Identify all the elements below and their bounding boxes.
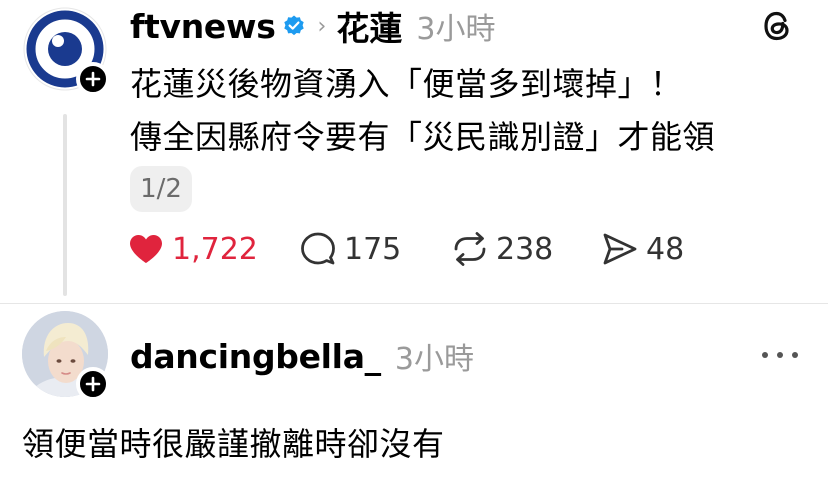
heart-icon (130, 235, 162, 263)
more-options-icon[interactable] (762, 340, 798, 370)
media-page-indicator[interactable]: 1/2 (130, 166, 192, 212)
repost-icon (454, 232, 486, 266)
share-icon (603, 233, 637, 265)
reply-username[interactable]: dancingbella_ (130, 337, 381, 376)
dot (792, 352, 798, 358)
repost-button[interactable]: 238 (452, 232, 602, 267)
reply-text: 領便當時很嚴謹撤離時卻沒有 (22, 425, 445, 463)
comment-button[interactable]: 175 (300, 232, 452, 267)
share-button[interactable]: 48 (602, 232, 684, 267)
repost-count: 238 (496, 231, 554, 267)
verified-badge-icon (282, 14, 306, 38)
post-username[interactable]: ftvnews (130, 7, 276, 46)
post-time: 3小時 (416, 12, 496, 47)
dot (762, 352, 768, 358)
follow-plus-button[interactable] (76, 367, 110, 401)
post-topic[interactable]: 花蓮 (336, 2, 402, 50)
reply-header: dancingbella_ 3小時 (130, 332, 474, 380)
like-count: 1,722 (172, 231, 258, 267)
post-header: ftvnews › 花蓮 3小時 (130, 0, 495, 52)
post-actions: 1,722 175 238 48 (128, 226, 684, 272)
comment-icon (301, 232, 335, 265)
chevron-right-icon: › (317, 13, 327, 39)
share-count: 48 (646, 231, 685, 267)
like-button[interactable]: 1,722 (128, 232, 300, 267)
thread-line (63, 114, 67, 296)
reply-time: 3小時 (394, 342, 474, 377)
post-text-line-1: 花蓮災後物資湧入「便當多到壞掉」！ (130, 65, 683, 103)
threads-logo-icon[interactable] (760, 8, 794, 44)
dot (777, 352, 783, 358)
plus-icon (85, 71, 101, 87)
post-divider (0, 303, 828, 304)
comment-count: 175 (344, 231, 402, 267)
plus-icon (85, 376, 101, 392)
follow-plus-button[interactable] (76, 62, 110, 96)
post-text-line-2: 傳全因縣府令要有「災民識別證」才能領 (130, 118, 716, 156)
